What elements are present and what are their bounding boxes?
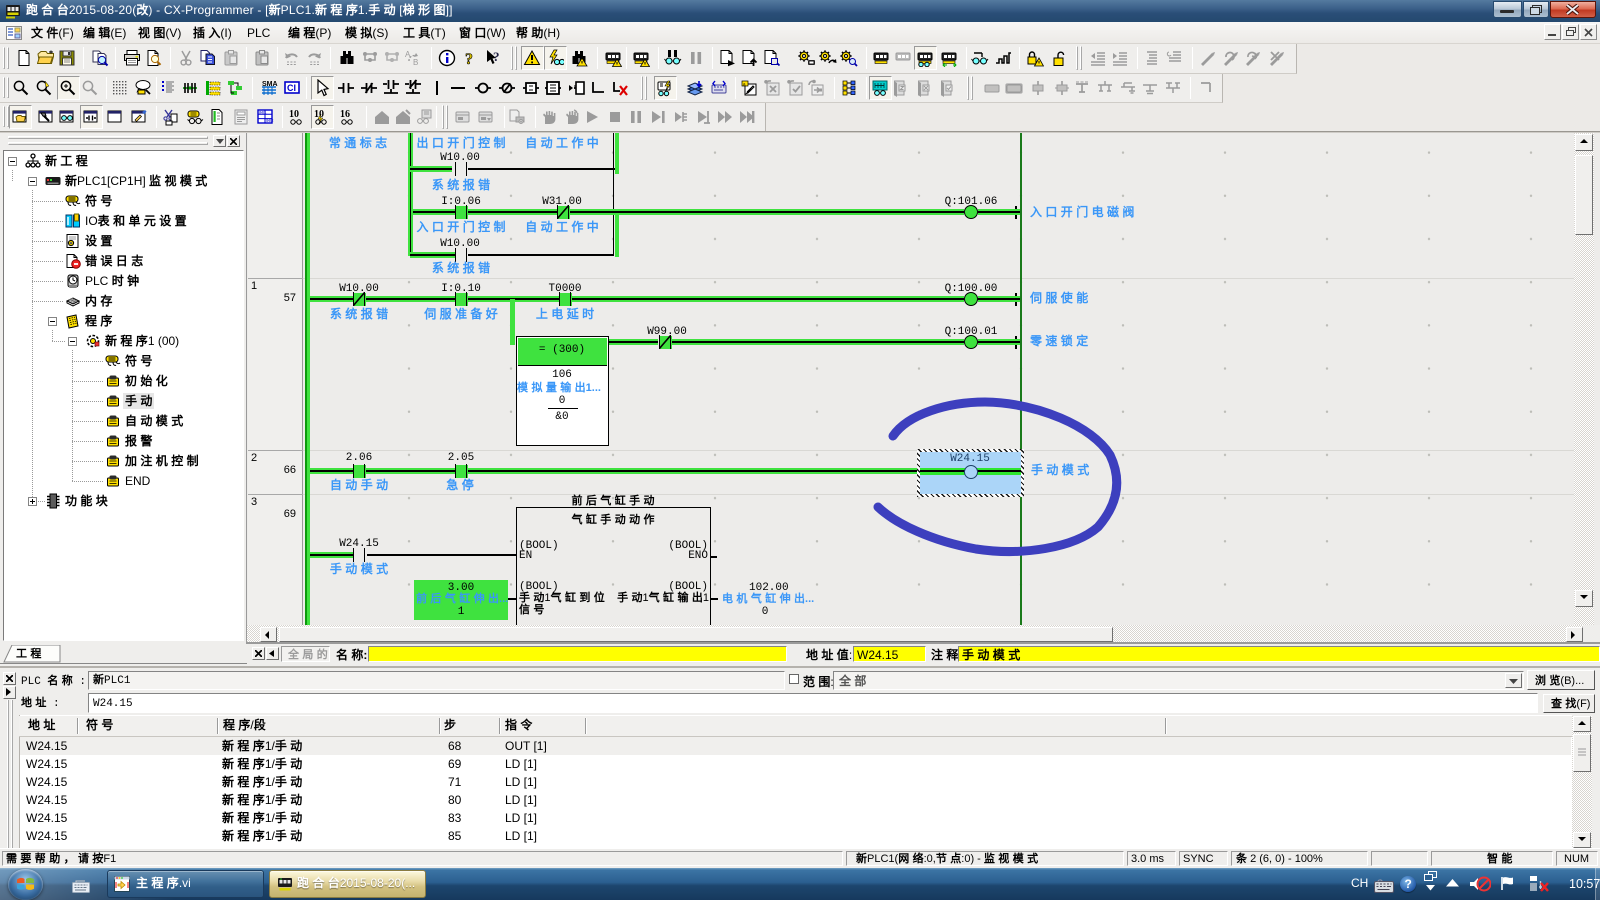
svg-text:B: B — [413, 58, 418, 67]
svg-text:001: 001 — [259, 112, 267, 116]
svg-text:10: 10 — [289, 109, 299, 120]
svg-text:16: 16 — [340, 109, 350, 120]
svg-text:002: 002 — [266, 120, 274, 124]
svg-text:?: ? — [493, 49, 500, 64]
svg-text:?: ? — [465, 51, 473, 67]
svg-text:CI: CI — [287, 83, 296, 93]
